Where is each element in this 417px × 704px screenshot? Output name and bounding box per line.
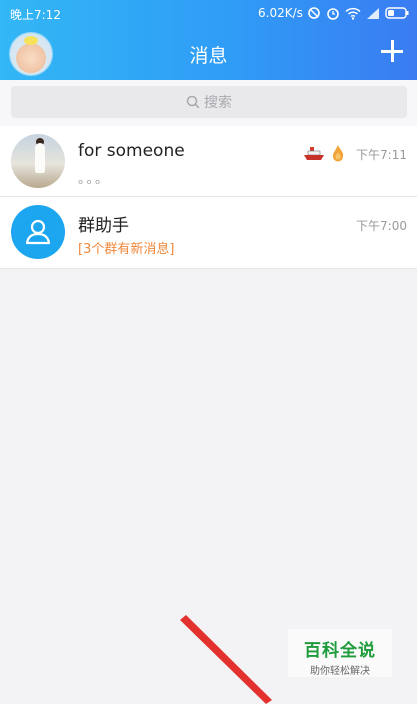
status-bar: 晚上7:12 6.02K/s (0, 0, 417, 26)
conversation-row[interactable]: 群助手 [3个群有新消息] 下午7:00 (0, 197, 417, 269)
plus-icon[interactable] (381, 40, 403, 62)
conversation-preview: 。。。 (78, 172, 111, 187)
search-placeholder: 搜索 (204, 95, 232, 111)
search-icon (186, 95, 200, 109)
sync-icon (307, 6, 321, 20)
battery-icon (385, 7, 409, 19)
watermark-subtitle: 助你轻松解决 (310, 666, 370, 677)
network-speed: 6.02K/s (258, 6, 303, 20)
watermark-title: 百科全说 (304, 641, 376, 661)
status-badges (303, 144, 345, 166)
group-assistant-avatar (11, 205, 65, 259)
flame-icon (331, 144, 345, 166)
conversation-list: for someone 。。。 下午7:11 群助手 [3个群有新消息] 下午7… (0, 126, 417, 269)
search-bar-area: 搜索 (0, 80, 417, 126)
signal-icon (366, 7, 380, 19)
conversation-time: 下午7:11 (356, 148, 407, 162)
group-person-icon (25, 219, 51, 245)
avatar-figure (35, 143, 45, 173)
watermark-logo: 百科全说 助你轻松解决 (288, 629, 392, 677)
conversation-row[interactable]: for someone 。。。 下午7:11 (0, 126, 417, 197)
ship-icon (303, 145, 325, 165)
wifi-icon (345, 7, 361, 20)
contact-avatar (11, 134, 65, 188)
page-title: 消息 (189, 45, 228, 67)
status-time: 晚上7:12 (10, 8, 61, 22)
status-icons (307, 4, 409, 22)
search-input[interactable]: 搜索 (11, 86, 407, 118)
conversation-name: 群助手 (78, 216, 129, 236)
conversation-name: for someone (78, 141, 185, 161)
conversation-preview: [3个群有新消息] (78, 242, 175, 257)
conversation-time: 下午7:00 (356, 219, 407, 233)
app-header: 晚上7:12 6.02K/s 消息 (0, 0, 417, 80)
alarm-icon (326, 6, 340, 20)
